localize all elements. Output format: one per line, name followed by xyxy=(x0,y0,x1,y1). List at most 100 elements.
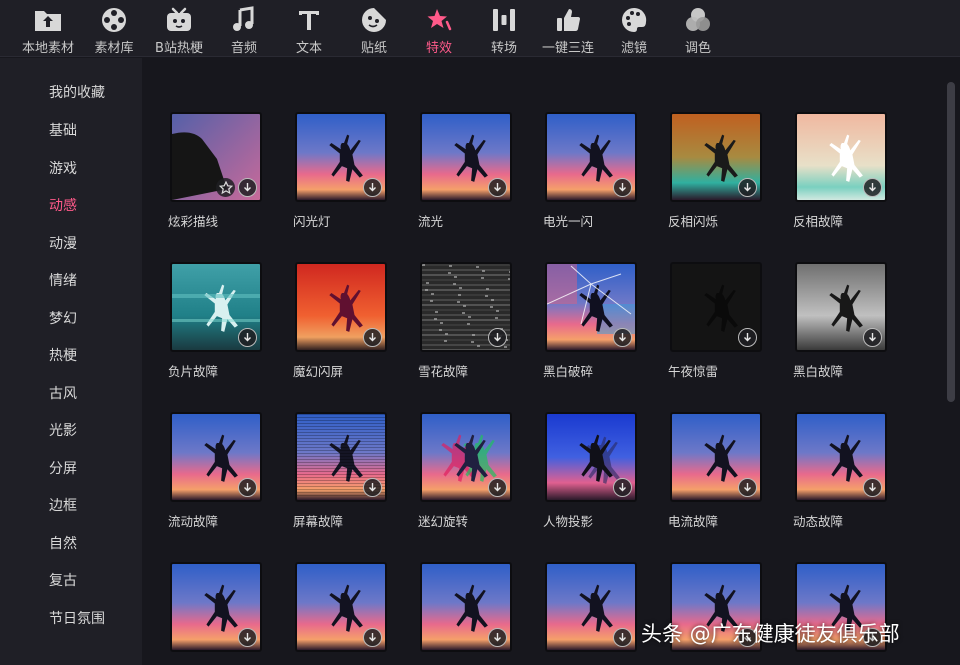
sidebar-item-retro[interactable]: 复古 xyxy=(49,570,77,590)
watermark-text: 头条 @广东健康徒友俱乐部 xyxy=(641,622,900,646)
download-icon[interactable] xyxy=(738,178,757,197)
effect-label: 电流故障 xyxy=(668,514,719,529)
download-icon[interactable] xyxy=(363,328,382,347)
sidebar-item-basic[interactable]: 基础 xyxy=(49,120,77,140)
sidebar-item-favorites[interactable]: 我的收藏 xyxy=(49,82,105,102)
sidebar-item-anime[interactable]: 动漫 xyxy=(49,233,77,253)
download-icon[interactable] xyxy=(613,328,632,347)
download-icon[interactable] xyxy=(238,478,257,497)
effect-thumbnail xyxy=(295,562,387,652)
download-icon[interactable] xyxy=(488,478,507,497)
download-icon[interactable] xyxy=(738,328,757,347)
transition-bars-icon xyxy=(489,5,519,35)
effect-thumbnail xyxy=(170,562,262,652)
download-icon[interactable] xyxy=(363,178,382,197)
download-icon[interactable] xyxy=(238,628,257,647)
film-reel-icon xyxy=(99,5,129,35)
effect-card[interactable]: 动态故障 xyxy=(793,412,889,530)
tool-sticker[interactable]: 贴纸 xyxy=(342,0,406,57)
download-icon[interactable] xyxy=(613,178,632,197)
tool-label: 一键三连 xyxy=(541,41,594,56)
effect-card[interactable]: 流动故障 xyxy=(168,412,264,530)
sidebar-item-game[interactable]: 游戏 xyxy=(49,158,77,178)
top-toolbar: 本地素材 素材库 B站热梗 音频 文本 贴纸 特效 转场 一键三连 滤镜 调色 xyxy=(0,0,960,57)
sidebar-item-split[interactable]: 分屏 xyxy=(49,458,77,478)
effect-thumbnail xyxy=(545,112,637,202)
sidebar-item-border[interactable]: 边框 xyxy=(49,495,77,515)
download-icon[interactable] xyxy=(238,178,257,197)
sidebar-item-emotion[interactable]: 情绪 xyxy=(49,270,77,290)
tool-bilibili-memes[interactable]: B站热梗 xyxy=(147,0,211,57)
effect-card[interactable] xyxy=(170,562,264,661)
color-circles-icon xyxy=(683,5,713,35)
tool-text[interactable]: 文本 xyxy=(277,0,341,57)
tool-triple-like[interactable]: 一键三连 xyxy=(536,0,600,57)
download-icon[interactable] xyxy=(488,328,507,347)
effect-card[interactable]: 反相闪烁 xyxy=(668,112,764,230)
effect-card[interactable]: 午夜惊雷 xyxy=(668,262,764,380)
sidebar-item-dynamic[interactable]: 动感 xyxy=(49,195,77,215)
tool-color-grade[interactable]: 调色 xyxy=(666,0,730,57)
effect-card[interactable]: 反相故障 xyxy=(793,112,889,230)
effect-card[interactable]: 电流故障 xyxy=(668,412,764,530)
effect-thumbnail xyxy=(670,112,762,202)
effect-label: 人物投影 xyxy=(543,514,594,529)
effect-card[interactable]: 屏幕故障 xyxy=(293,412,389,530)
category-sidebar: 我的收藏 基础 游戏 动感 动漫 情绪 梦幻 热梗 古风 光影 分屏 边框 自然… xyxy=(0,58,142,665)
tool-effects[interactable]: 特效 xyxy=(407,0,471,57)
download-icon[interactable] xyxy=(863,478,882,497)
sidebar-item-dreamy[interactable]: 梦幻 xyxy=(49,308,77,328)
effect-label: 魔幻闪屏 xyxy=(293,364,344,379)
download-icon[interactable] xyxy=(613,478,632,497)
effect-card[interactable]: 迷幻旋转 xyxy=(418,412,514,530)
download-icon[interactable] xyxy=(488,178,507,197)
sidebar-item-ancient[interactable]: 古风 xyxy=(49,383,77,403)
tool-local-media[interactable]: 本地素材 xyxy=(16,0,80,57)
download-icon[interactable] xyxy=(863,328,882,347)
download-icon[interactable] xyxy=(488,628,507,647)
sidebar-item-nature[interactable]: 自然 xyxy=(49,533,77,553)
effect-card[interactable]: 流光 xyxy=(418,112,514,230)
effect-card[interactable]: 闪光灯 xyxy=(293,112,389,230)
effect-card[interactable]: 魔幻闪屏 xyxy=(293,262,389,380)
effect-label: 黑白故障 xyxy=(793,364,844,379)
tool-label: 文本 xyxy=(295,41,322,56)
effect-thumbnail xyxy=(670,412,762,502)
download-icon[interactable] xyxy=(363,628,382,647)
favorite-star-icon[interactable] xyxy=(216,178,235,197)
tool-label: 特效 xyxy=(425,41,452,56)
sidebar-item-light[interactable]: 光影 xyxy=(49,420,77,440)
tool-transition[interactable]: 转场 xyxy=(472,0,536,57)
effect-card[interactable] xyxy=(545,562,639,661)
effect-card[interactable] xyxy=(420,562,514,661)
effect-thumbnail xyxy=(545,562,637,652)
download-icon[interactable] xyxy=(863,178,882,197)
effect-label: 流光 xyxy=(418,214,444,229)
effect-label: 流动故障 xyxy=(168,514,219,529)
sidebar-item-festival[interactable]: 节日氛围 xyxy=(49,608,105,628)
effect-card[interactable]: 人物投影 xyxy=(543,412,639,530)
tool-asset-library[interactable]: 素材库 xyxy=(82,0,146,57)
download-icon[interactable] xyxy=(613,628,632,647)
sidebar-item-trending[interactable]: 热梗 xyxy=(49,345,77,365)
effect-thumbnail xyxy=(795,262,887,352)
effect-thumbnail xyxy=(795,412,887,502)
effect-label: 电光一闪 xyxy=(543,214,594,229)
effect-card[interactable]: 黑白破碎 xyxy=(543,262,639,380)
effect-card[interactable]: 电光一闪 xyxy=(543,112,639,230)
effect-card[interactable]: 负片故障 xyxy=(168,262,264,380)
effect-card[interactable]: 雪花故障 xyxy=(418,262,514,380)
effect-card[interactable] xyxy=(295,562,389,661)
download-icon[interactable] xyxy=(363,478,382,497)
tool-filter[interactable]: 滤镜 xyxy=(602,0,666,57)
effect-thumbnail xyxy=(420,262,512,352)
tool-audio[interactable]: 音频 xyxy=(212,0,276,57)
effect-card[interactable]: 黑白故障 xyxy=(793,262,889,380)
effect-card[interactable]: 炫彩描线 xyxy=(168,112,264,230)
download-icon[interactable] xyxy=(238,328,257,347)
effect-thumbnail xyxy=(420,412,512,502)
download-icon[interactable] xyxy=(738,478,757,497)
scrollbar-thumb[interactable] xyxy=(947,82,955,402)
tool-label: 音频 xyxy=(230,41,257,56)
effect-label: 动态故障 xyxy=(793,514,844,529)
